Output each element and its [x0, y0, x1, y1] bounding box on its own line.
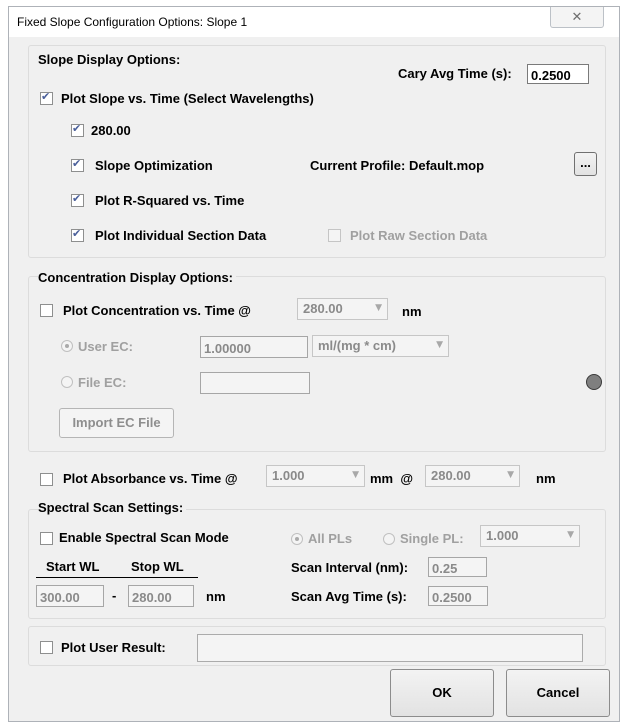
absorbance-nm-label: nm — [536, 471, 556, 486]
pathlength-value: 1.000 — [272, 468, 305, 483]
plot-raw-section-checkbox[interactable] — [328, 229, 341, 242]
start-wl-input[interactable] — [36, 585, 104, 607]
browse-profile-button[interactable]: ... — [574, 152, 597, 176]
plot-user-result-checkbox[interactable] — [40, 641, 53, 654]
plot-user-result-label: Plot User Result: — [61, 640, 166, 655]
close-icon: ✕ — [571, 9, 583, 24]
plot-concentration-checkbox[interactable] — [40, 304, 53, 317]
plot-individual-section-checkbox[interactable] — [71, 227, 84, 242]
ok-button[interactable]: OK — [390, 669, 494, 717]
plot-absorbance-label: Plot Absorbance vs. Time @ — [63, 471, 238, 486]
slope-display-group — [28, 45, 606, 258]
plot-concentration-label: Plot Concentration vs. Time @ — [63, 303, 251, 318]
ec-units-value: ml/(mg * cm) — [318, 338, 397, 353]
browse-label: ... — [580, 155, 591, 170]
ok-label: OK — [432, 685, 452, 700]
file-ec-label: File EC: — [78, 375, 127, 390]
cary-avg-time-input[interactable] — [527, 64, 589, 84]
ec-units-select[interactable]: ml/(mg * cm) ▼ — [312, 335, 449, 357]
file-ec-radio[interactable] — [61, 376, 73, 388]
cancel-label: Cancel — [536, 685, 580, 700]
plot-absorbance-checkbox[interactable] — [40, 473, 53, 486]
chevron-down-icon: ▼ — [375, 303, 382, 313]
concentration-heading: Concentration Display Options: — [38, 270, 237, 285]
plot-rsquared-checkbox[interactable] — [71, 192, 84, 207]
chevron-down-icon: ▼ — [507, 470, 514, 480]
wavelength-280-checkbox[interactable] — [71, 122, 84, 137]
enable-spectral-scan-label: Enable Spectral Scan Mode — [59, 530, 229, 545]
file-ec-input[interactable] — [200, 372, 310, 394]
user-ec-radio[interactable] — [61, 340, 73, 352]
chevron-down-icon: ▼ — [436, 340, 443, 350]
cary-avg-time-label: Cary Avg Time (s): — [398, 66, 512, 81]
scan-avg-time-label: Scan Avg Time (s): — [291, 589, 407, 604]
concentration-nm-label: nm — [402, 304, 422, 319]
window-title: Fixed Slope Configuration Options: Slope… — [17, 15, 248, 29]
wl-range-dash: - — [112, 588, 117, 603]
start-wl-header: Start WL — [46, 559, 100, 574]
import-ec-file-button[interactable]: Import EC File — [59, 408, 174, 438]
user-ec-label: User EC: — [78, 339, 133, 354]
close-button[interactable]: ✕ — [550, 7, 604, 28]
plot-individual-section-label: Plot Individual Section Data — [95, 228, 267, 243]
slope-optimization-checkbox[interactable] — [71, 157, 84, 172]
concentration-wavelength-select[interactable]: 280.00 ▼ — [297, 298, 388, 320]
current-profile-label: Current Profile: Default.mop — [310, 158, 485, 173]
stop-wl-header: Stop WL — [131, 559, 184, 574]
wavelength-280-label: 280.00 — [91, 123, 131, 138]
scan-interval-label: Scan Interval (nm): — [291, 560, 409, 575]
all-pls-radio[interactable] — [291, 533, 303, 545]
plot-rsquared-label: Plot R-Squared vs. Time — [95, 193, 245, 208]
wl-header-underline — [36, 577, 198, 578]
scan-avg-time-input[interactable] — [428, 586, 488, 606]
mm-at-label: mm @ — [370, 471, 414, 486]
status-indicator-light — [586, 374, 602, 390]
enable-spectral-scan-checkbox[interactable] — [40, 532, 53, 545]
plot-slope-label: Plot Slope vs. Time (Select Wavelengths) — [61, 91, 314, 106]
title-bar: Fixed Slope Configuration Options: Slope… — [9, 7, 619, 37]
plot-raw-section-label: Plot Raw Section Data — [350, 228, 488, 243]
absorbance-wavelength-select[interactable]: 280.00 ▼ — [425, 465, 520, 487]
wl-nm-label: nm — [206, 589, 226, 604]
stop-wl-input[interactable] — [128, 585, 194, 607]
absorbance-wavelength-value: 280.00 — [431, 468, 471, 483]
concentration-wavelength-value: 280.00 — [303, 301, 343, 316]
all-pls-label: All PLs — [308, 531, 353, 546]
slope-optimization-label: Slope Optimization — [95, 158, 213, 173]
plot-slope-checkbox[interactable] — [40, 90, 53, 105]
slope-display-heading: Slope Display Options: — [38, 52, 181, 67]
scan-interval-input[interactable] — [428, 557, 487, 577]
cancel-button[interactable]: Cancel — [506, 669, 610, 717]
chevron-down-icon: ▼ — [567, 530, 574, 540]
single-pl-value: 1.000 — [486, 528, 519, 543]
single-pl-radio[interactable] — [383, 533, 395, 545]
user-ec-input[interactable] — [200, 336, 308, 358]
single-pl-select[interactable]: 1.000 ▼ — [480, 525, 580, 547]
pathlength-select[interactable]: 1.000 ▼ — [266, 465, 365, 487]
chevron-down-icon: ▼ — [352, 470, 359, 480]
user-result-input[interactable] — [197, 634, 583, 662]
import-ec-file-label: Import EC File — [72, 415, 161, 430]
single-pl-label: Single PL: — [400, 531, 464, 546]
spectral-scan-heading: Spectral Scan Settings: — [38, 500, 187, 515]
